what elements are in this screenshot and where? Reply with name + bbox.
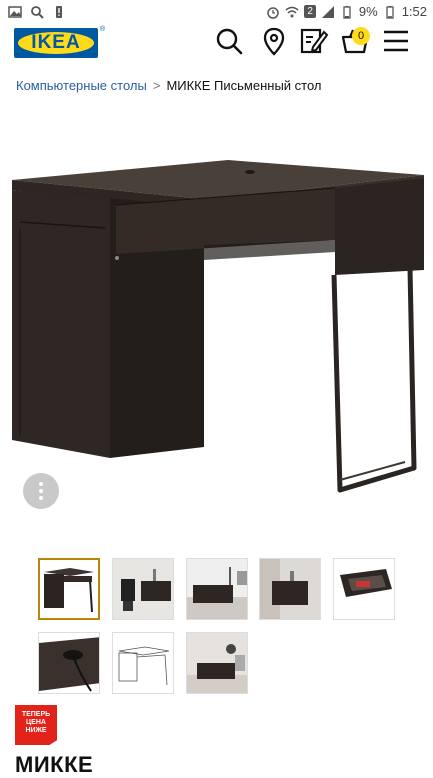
wifi-icon (285, 6, 299, 17)
more-options-button[interactable] (23, 473, 59, 509)
location-pin-icon[interactable] (259, 26, 289, 56)
thumbnail-drawer-open[interactable] (333, 558, 395, 620)
breadcrumb-current: МИККЕ Письменный стол (166, 78, 322, 93)
status-bar-right: 2 9% 1:52 (266, 4, 427, 19)
battery-percent: 9% (358, 4, 378, 19)
breadcrumb-separator: > (152, 78, 161, 93)
thumbnail-desk-front[interactable] (38, 558, 100, 620)
thumbnail-desk-drawing[interactable] (112, 632, 174, 694)
status-bar: 2 9% 1:52 (0, 0, 433, 26)
status-time: 1:52 (401, 4, 427, 19)
thumbnail-image (187, 633, 247, 693)
cart-count-badge: 0 (352, 27, 370, 45)
menu-icon[interactable] (381, 26, 411, 56)
thumbnail-image (39, 633, 99, 693)
image-icon (8, 6, 22, 18)
signal-icon (321, 5, 334, 18)
thumbnail-image (40, 560, 98, 618)
product-hero-image[interactable] (0, 150, 433, 510)
product-title: МИККЕ (15, 752, 94, 777)
thumbnail-image (334, 559, 394, 619)
logo-text: IKEA (31, 32, 81, 53)
thumbnail-image (113, 633, 173, 693)
thumbnail-image (260, 559, 320, 619)
search-icon[interactable] (214, 26, 244, 56)
alert-icon (56, 6, 62, 18)
price-lower-badge: ТЕПЕРЬ ЦЕНА НИЖЕ (15, 705, 57, 745)
list-edit-icon[interactable] (299, 26, 329, 56)
app-header: IKEA ® 0 (0, 26, 433, 76)
ikea-logo[interactable]: IKEA (14, 28, 98, 58)
breadcrumb-parent-link[interactable]: Компьютерные столы (16, 78, 147, 93)
breadcrumb: Компьютерные столы > МИККЕ Письменный ст… (16, 78, 322, 93)
thumbnail-cable-hole[interactable] (38, 632, 100, 694)
logo-registered-mark: ® (100, 26, 106, 33)
battery-icon (343, 5, 351, 19)
thumbnail-desk-with-chair[interactable] (112, 558, 174, 620)
thumbnail-image (187, 559, 247, 619)
status-bar-left (8, 5, 66, 19)
thumbnail-image (113, 559, 173, 619)
thumbnail-desk-in-room[interactable] (186, 558, 248, 620)
battery-level-icon (386, 5, 394, 19)
thumbnail-desk-side-room[interactable] (259, 558, 321, 620)
thumbnail-desk-room-light[interactable] (186, 632, 248, 694)
alarm-icon (267, 6, 280, 19)
notification-count-badge: 2 (304, 5, 316, 18)
search-status-icon (31, 6, 44, 19)
